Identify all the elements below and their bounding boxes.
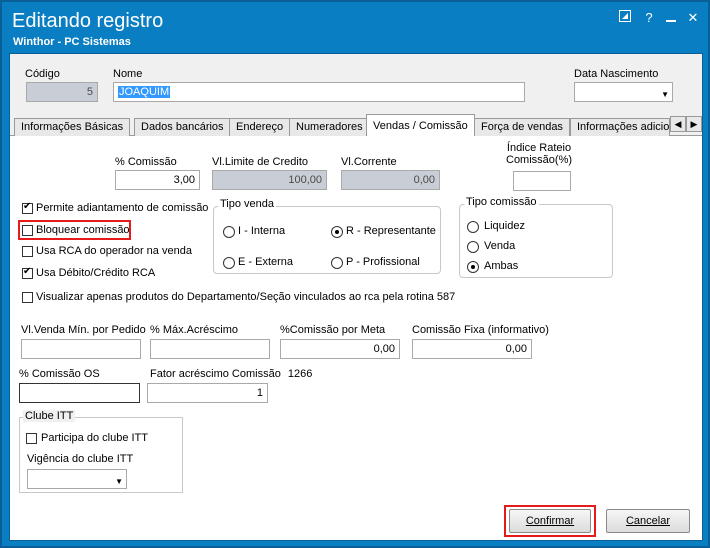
- tipo-comissao-title: Tipo comissão: [464, 196, 539, 208]
- comissao-fixa-label: Comissão Fixa (informativo): [412, 324, 549, 336]
- corrente-field[interactable]: 0,00: [341, 170, 440, 190]
- bloquear-comissao-label: Bloquear comissão: [36, 224, 130, 236]
- chevron-down-icon[interactable]: ▼: [115, 473, 123, 491]
- indice-rateio-label-line1: Índice Rateio: [506, 142, 572, 154]
- tab-dados-bancarios[interactable]: Dados bancários: [134, 118, 231, 136]
- vigencia-clube-select[interactable]: ▼: [27, 469, 127, 489]
- tipo-comissao-group: [459, 204, 613, 278]
- tipo-comissao-liquidez-radio[interactable]: [467, 221, 479, 233]
- tipo-comissao-venda-label: Venda: [484, 240, 516, 252]
- nascimento-label: Data Nascimento: [574, 68, 659, 80]
- max-acrescimo-label: % Máx.Acréscimo: [150, 324, 239, 336]
- comissao-label: % Comissão: [115, 156, 177, 168]
- comissao-os-field[interactable]: [19, 383, 140, 403]
- indice-rateio-field[interactable]: [513, 171, 571, 191]
- tab-numeradores[interactable]: Numeradores: [289, 118, 370, 136]
- tipo-venda-representante-label: R - Representante: [346, 225, 436, 237]
- tab-vendas-comissao[interactable]: Vendas / Comissão: [366, 114, 475, 137]
- client-area: Código 5 Nome JOAQUIM Data Nascimento ▼ …: [9, 53, 703, 541]
- title-bar[interactable]: Editando registro Winthor - PC Sistemas …: [2, 2, 708, 52]
- tab-scroll-left-icon[interactable]: ◀: [670, 116, 686, 132]
- permite-adiantamento-label: Permite adiantamento de comissão: [36, 202, 209, 214]
- vendas-comissao-panel: % Comissão 3,00 Vl.Limite de Credito 100…: [10, 136, 702, 540]
- tipo-venda-interna-label: I - Interna: [238, 225, 286, 237]
- window-title: Editando registro: [12, 10, 164, 32]
- tipo-comissao-ambas-label: Ambas: [484, 260, 519, 272]
- edit-icon[interactable]: [616, 10, 634, 26]
- codigo-label: Código: [25, 68, 60, 80]
- tab-scroll-right-icon[interactable]: ▶: [686, 116, 702, 132]
- vigencia-clube-label: Vigência do clube ITT: [27, 453, 134, 465]
- tab-informacoes-basicas[interactable]: Informações Básicas: [14, 118, 131, 136]
- participa-clube-label: Participa do clube ITT: [41, 432, 148, 444]
- usa-rca-label: Usa RCA do operador na venda: [36, 245, 192, 257]
- nome-value: JOAQUIM: [118, 86, 171, 98]
- comissao-fixa-field[interactable]: 0,00: [412, 339, 532, 359]
- vl-venda-field[interactable]: [21, 339, 141, 359]
- fator-acrescimo-field[interactable]: 1: [147, 383, 268, 403]
- cancelar-button[interactable]: Cancelar: [606, 509, 690, 533]
- help-icon[interactable]: ?: [640, 10, 658, 26]
- vl-venda-label: Vl.Venda Mín. por Pedido: [21, 324, 146, 336]
- tipo-venda-title: Tipo venda: [218, 198, 277, 210]
- limite-credito-label: Vl.Limite de Credito: [212, 156, 308, 168]
- fator-acrescimo-label: Fator acréscimo Comissão 1266: [150, 368, 312, 380]
- tab-forca-de-vendas[interactable]: Força de vendas: [474, 118, 570, 136]
- usa-debito-label: Usa Débito/Crédito RCA: [36, 267, 156, 279]
- confirmar-button[interactable]: Confirmar: [509, 509, 591, 533]
- tipo-comissao-venda-radio[interactable]: [467, 241, 479, 253]
- dialog-window: Editando registro Winthor - PC Sistemas …: [0, 0, 710, 548]
- max-acrescimo-field[interactable]: [150, 339, 270, 359]
- permite-adiantamento-checkbox[interactable]: [22, 201, 33, 214]
- tab-strip: Informações Básicas Dados bancários Ende…: [10, 114, 702, 137]
- nome-label: Nome: [113, 68, 143, 80]
- limite-credito-field[interactable]: 100,00: [212, 170, 327, 190]
- comissao-meta-field[interactable]: 0,00: [280, 339, 400, 359]
- fator-acrescimo-label-text: Fator acréscimo Comissão: [150, 368, 281, 380]
- nome-field[interactable]: JOAQUIM: [113, 82, 525, 102]
- usa-rca-checkbox[interactable]: [22, 246, 33, 257]
- minimize-icon[interactable]: [662, 10, 680, 26]
- visualizar-produtos-checkbox[interactable]: [22, 292, 33, 303]
- participa-clube-checkbox[interactable]: [26, 433, 37, 444]
- comissao-os-label: % Comissão OS: [19, 368, 100, 380]
- visualizar-produtos-label: Visualizar apenas produtos do Departamen…: [36, 291, 456, 303]
- tipo-venda-profissional-label: P - Profissional: [346, 256, 420, 268]
- indice-rateio-label: Índice Rateio Comissão(%): [506, 142, 572, 166]
- tipo-venda-externa-label: E - Externa: [238, 256, 294, 268]
- corrente-label: Vl.Corrente: [341, 156, 397, 168]
- tipo-venda-representante-radio[interactable]: [331, 226, 343, 238]
- codigo-field[interactable]: 5: [26, 82, 98, 102]
- comissao-field[interactable]: 3,00: [115, 170, 200, 190]
- tipo-venda-externa-radio[interactable]: [223, 257, 235, 269]
- bloquear-comissao-checkbox[interactable]: [22, 225, 33, 236]
- tab-informacoes-adicionais[interactable]: Informações adicio: [570, 118, 670, 136]
- nascimento-field[interactable]: ▼: [574, 82, 673, 102]
- tipo-comissao-liquidez-label: Liquidez: [484, 220, 525, 232]
- fator-acrescimo-code: 1266: [287, 368, 313, 380]
- tab-endereco[interactable]: Endereço: [229, 118, 291, 136]
- tipo-comissao-ambas-radio[interactable]: [467, 261, 479, 273]
- indice-rateio-label-line2: Comissão(%): [506, 154, 573, 166]
- close-icon[interactable]: ✕: [684, 10, 702, 26]
- chevron-down-icon[interactable]: ▼: [661, 86, 669, 104]
- comissao-meta-label: %Comissão por Meta: [280, 324, 386, 336]
- clube-itt-title: Clube ITT: [23, 410, 76, 422]
- tipo-venda-profissional-radio[interactable]: [331, 257, 343, 269]
- tipo-venda-interna-radio[interactable]: [223, 226, 235, 238]
- window-subtitle: Winthor - PC Sistemas: [13, 36, 131, 48]
- usa-debito-checkbox[interactable]: [22, 266, 33, 279]
